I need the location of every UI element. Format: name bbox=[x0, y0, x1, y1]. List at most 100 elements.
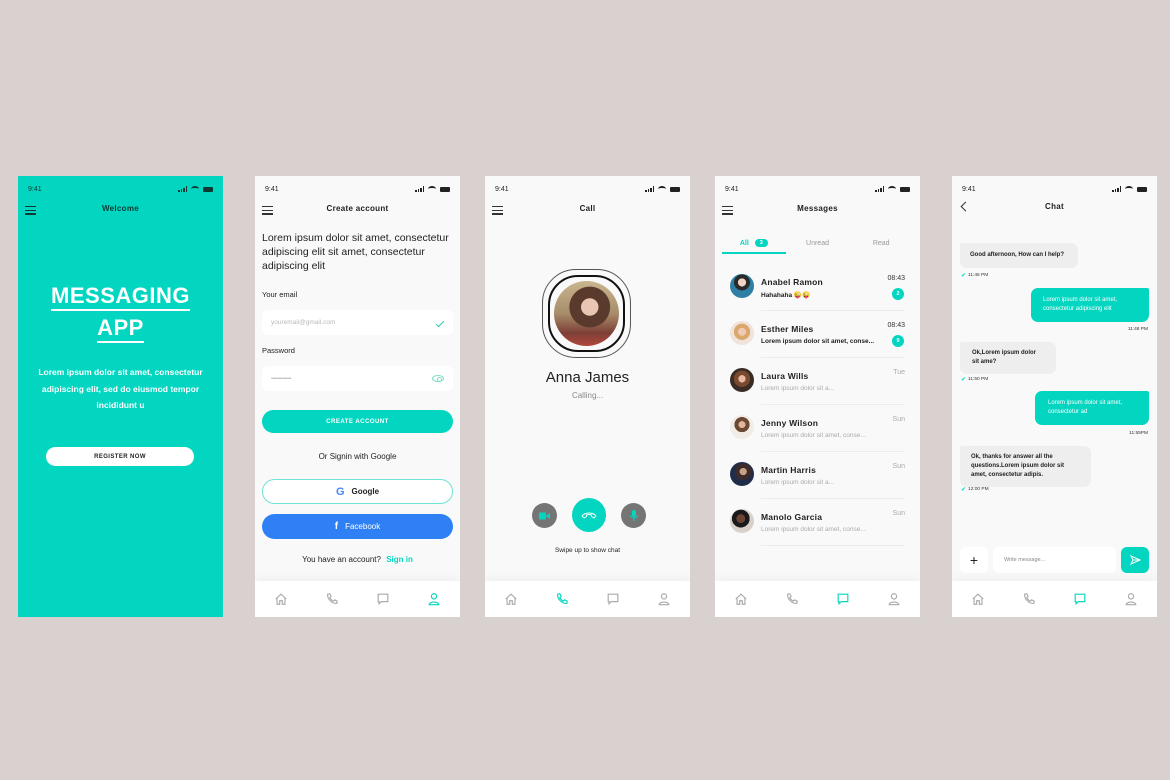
status-bar: 9:41 bbox=[725, 184, 910, 194]
nav-home[interactable] bbox=[968, 589, 988, 609]
phone-icon bbox=[785, 592, 799, 606]
chat-icon bbox=[836, 592, 850, 606]
nav-calls[interactable] bbox=[322, 589, 342, 609]
nav-calls[interactable] bbox=[552, 589, 572, 609]
menu-icon[interactable] bbox=[722, 206, 733, 217]
tab-unread[interactable]: Unread bbox=[786, 234, 850, 252]
mute-button[interactable] bbox=[621, 503, 646, 528]
sign-in-link[interactable]: Sign in bbox=[386, 555, 413, 564]
attach-button[interactable]: + bbox=[960, 547, 988, 573]
tab-read[interactable]: Read bbox=[849, 234, 913, 252]
nav-calls[interactable] bbox=[1019, 589, 1039, 609]
unread-badge: 2 bbox=[892, 288, 904, 300]
menu-icon[interactable] bbox=[262, 206, 273, 217]
nav-messages[interactable] bbox=[373, 589, 393, 609]
bottom-nav bbox=[952, 581, 1157, 617]
user-icon bbox=[887, 592, 901, 606]
create-account-screen: 9:41 Create account Lorem ipsum dolor si… bbox=[255, 176, 460, 617]
tab-badge: 3 bbox=[754, 239, 768, 247]
welcome-description: Lorem ipsum dolor sit amet, consectetur … bbox=[38, 367, 203, 410]
page-title: Welcome bbox=[101, 204, 140, 213]
list-item[interactable]: Manolo Garcia Lorem ipsum dolor sit amet… bbox=[715, 499, 920, 546]
message-timestamp: ✔ 11:45 PM bbox=[961, 273, 989, 279]
chat-message-outgoing: Lorem ipsum dolor sit amet, consectetur … bbox=[1031, 288, 1149, 322]
status-time: 9:41 bbox=[495, 185, 509, 193]
chat-message-incoming: Ok,Lorem ipsum dolor sit ame? bbox=[960, 342, 1056, 374]
message-timestamp: ✔ 11:50 PM bbox=[961, 377, 989, 383]
message-time: Sun bbox=[892, 463, 905, 470]
avatar bbox=[730, 321, 754, 345]
contact-name: Anabel Ramon bbox=[761, 277, 823, 287]
user-icon bbox=[1124, 592, 1138, 606]
page-title: Call bbox=[579, 204, 596, 213]
email-field[interactable]: youremail@gmail.com bbox=[262, 310, 453, 335]
callee-avatar-frame bbox=[542, 269, 631, 358]
avatar bbox=[730, 462, 754, 486]
message-preview: Lorem ipsum dolor sit amet, conse... bbox=[761, 338, 875, 345]
battery-icon bbox=[1137, 186, 1147, 192]
avatar bbox=[730, 509, 754, 533]
nav-profile[interactable] bbox=[884, 589, 904, 609]
message-input[interactable]: Write message... bbox=[993, 547, 1116, 573]
create-account-button[interactable]: CREATE ACCOUNT bbox=[262, 410, 453, 433]
home-icon bbox=[274, 592, 288, 606]
user-icon bbox=[427, 592, 441, 606]
nav-messages[interactable] bbox=[1070, 589, 1090, 609]
facebook-button[interactable]: f Facebook bbox=[262, 514, 453, 539]
battery-icon bbox=[670, 186, 680, 192]
swipe-hint: Swipe up to show chat bbox=[554, 547, 621, 554]
tab-all[interactable]: All 3 bbox=[722, 234, 786, 254]
conversation-list: Anabel Ramon Hahahaha 😜😜 08:43 2 Esther … bbox=[715, 264, 920, 546]
nav-profile[interactable] bbox=[654, 589, 674, 609]
nav-messages[interactable] bbox=[603, 589, 623, 609]
message-preview: Lorem ipsum dolor sit amet, conse... bbox=[761, 432, 866, 439]
nav-profile[interactable] bbox=[424, 589, 444, 609]
welcome-screen: 9:41 Welcome MESSAGING APP Lorem ipsum d… bbox=[18, 176, 223, 617]
password-value: •••••••••••••••• bbox=[271, 375, 292, 382]
nav-home[interactable] bbox=[271, 589, 291, 609]
contact-name: Esther Miles bbox=[761, 324, 814, 334]
have-account-text: You have an account? bbox=[302, 555, 381, 564]
list-item[interactable]: Jenny Wilson Lorem ipsum dolor sit amet,… bbox=[715, 405, 920, 452]
message-timestamp: 11:55PM bbox=[1129, 431, 1148, 436]
read-check-icon: ✔ bbox=[961, 273, 967, 279]
tab-label: Unread bbox=[806, 239, 829, 247]
avatar bbox=[730, 415, 754, 439]
tab-label: Read bbox=[872, 239, 890, 247]
list-item[interactable]: Martin Harris Lorem ipsum dolor sit a...… bbox=[715, 452, 920, 499]
nav-home[interactable] bbox=[501, 589, 521, 609]
phone-icon bbox=[325, 592, 339, 606]
menu-icon[interactable] bbox=[492, 206, 503, 217]
message-placeholder: Write message... bbox=[1004, 557, 1046, 563]
list-item[interactable]: Laura Wills Lorem ipsum dolor sit a... T… bbox=[715, 358, 920, 405]
bottom-nav bbox=[255, 581, 460, 617]
read-check-icon: ✔ bbox=[961, 377, 967, 383]
callee-avatar bbox=[554, 281, 619, 346]
status-bar: 9:41 bbox=[28, 184, 213, 194]
chat-icon bbox=[376, 592, 390, 606]
video-button[interactable] bbox=[532, 503, 557, 528]
password-field[interactable]: •••••••••••••••• bbox=[262, 366, 453, 391]
end-call-button[interactable] bbox=[572, 498, 606, 532]
nav-messages[interactable] bbox=[833, 589, 853, 609]
list-item[interactable]: Anabel Ramon Hahahaha 😜😜 08:43 2 bbox=[715, 264, 920, 311]
contact-name: Laura Wills bbox=[761, 371, 809, 381]
send-button[interactable] bbox=[1121, 547, 1149, 573]
register-now-button[interactable]: REGISTER NOW bbox=[46, 447, 194, 466]
message-timestamp: 11:48 PM bbox=[1127, 327, 1148, 332]
google-button[interactable]: G Google bbox=[262, 479, 453, 504]
eye-icon[interactable] bbox=[432, 375, 444, 383]
message-preview: Lorem ipsum dolor sit amet, conse... bbox=[761, 526, 866, 533]
message-time: 08:43 bbox=[887, 275, 905, 282]
list-item[interactable]: Esther Miles Lorem ipsum dolor sit amet,… bbox=[715, 311, 920, 358]
nav-profile[interactable] bbox=[1121, 589, 1141, 609]
message-time: Sun bbox=[892, 416, 905, 423]
back-icon[interactable] bbox=[960, 201, 971, 212]
nav-calls[interactable] bbox=[782, 589, 802, 609]
facebook-button-label: Facebook bbox=[345, 522, 381, 531]
menu-icon[interactable] bbox=[25, 206, 36, 217]
nav-home[interactable] bbox=[731, 589, 751, 609]
status-bar: 9:41 bbox=[265, 184, 450, 194]
tab-label: All bbox=[739, 239, 749, 247]
message-preview: Hahahaha 😜😜 bbox=[761, 292, 811, 299]
